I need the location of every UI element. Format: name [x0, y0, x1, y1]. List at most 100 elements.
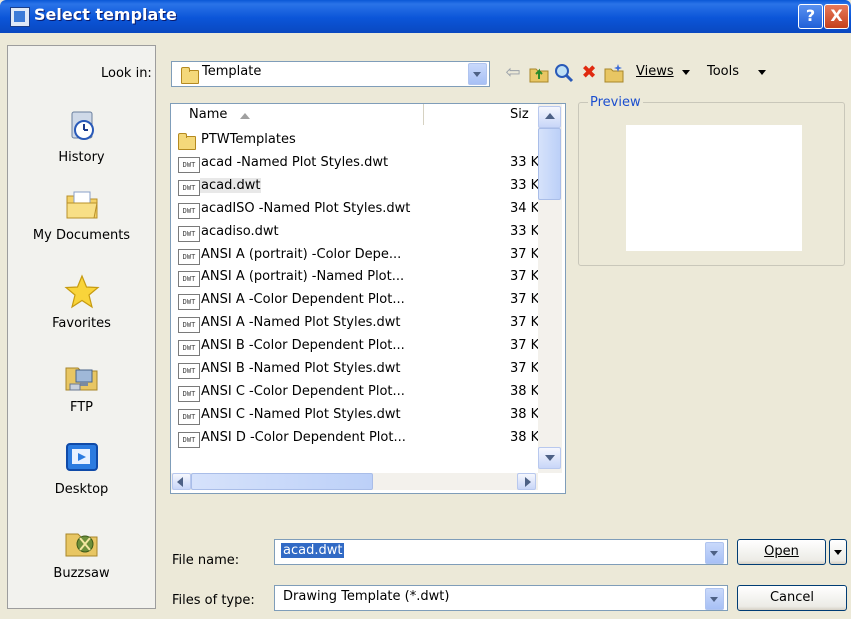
dwt-file-icon: DWT: [178, 156, 200, 173]
delete-icon[interactable]: ✖: [578, 62, 600, 84]
place-history[interactable]: History: [8, 108, 155, 165]
place-desktop-label: Desktop: [54, 482, 109, 497]
file-name-cell: acad.dwt: [200, 177, 262, 193]
place-buzzsaw-label: Buzzsaw: [53, 566, 110, 581]
file-row[interactable]: DWT ANSI D -Color Dependent Plot... 38 K: [176, 429, 539, 451]
file-row[interactable]: DWT ANSI A (portrait) -Named Plot... 37 K: [176, 268, 540, 290]
dwt-file-icon: DWT: [178, 431, 200, 448]
back-arrow-icon[interactable]: ⇦: [502, 62, 524, 84]
dwt-file-icon: DWT: [178, 225, 200, 242]
file-name-cell: ANSI D -Color Dependent Plot...: [201, 429, 406, 445]
file-name-cell: ANSI C -Color Dependent Plot...: [201, 383, 405, 399]
files-of-type-select[interactable]: Drawing Template (*.dwt): [274, 585, 728, 611]
dwt-file-icon: DWT: [178, 408, 200, 425]
open-options-arrow-icon: [834, 550, 842, 555]
file-size-cell: 38 K: [510, 406, 540, 422]
file-row[interactable]: DWT ANSI C -Color Dependent Plot... 38 K: [176, 383, 539, 405]
place-ftp[interactable]: FTP: [8, 358, 155, 415]
open-options-button[interactable]: [829, 539, 847, 565]
file-row[interactable]: DWT ANSI B -Named Plot Styles.dwt 37 K: [176, 360, 540, 382]
vertical-scroll-thumb[interactable]: [538, 128, 561, 200]
file-name-cell: PTWTemplates: [201, 132, 296, 147]
cancel-button-label: Cancel: [769, 590, 815, 605]
favorites-star-icon: [63, 274, 100, 310]
views-dropdown-arrow-icon[interactable]: [682, 70, 690, 75]
file-name-value: acad.dwt: [281, 543, 345, 558]
file-size-cell: 37 K: [510, 292, 540, 308]
file-name-cell: ANSI B -Color Dependent Plot...: [201, 338, 405, 354]
sort-ascending-icon: [240, 113, 250, 119]
tools-menu[interactable]: Tools: [707, 64, 739, 79]
place-favorites-label: Favorites: [52, 316, 111, 331]
preview-image: [626, 125, 802, 251]
file-name-cell: ANSI A (portrait) -Color Depe...: [201, 246, 402, 262]
cancel-button[interactable]: Cancel: [737, 585, 847, 611]
file-size-cell: 37 K: [510, 315, 540, 331]
create-new-folder-icon[interactable]: [603, 62, 625, 84]
file-row[interactable]: DWT ANSI A -Named Plot Styles.dwt 37 K: [176, 314, 540, 336]
file-size-cell: 37 K: [510, 361, 540, 376]
dwt-file-icon: DWT: [178, 385, 200, 402]
help-button[interactable]: ?: [798, 4, 823, 29]
file-row[interactable]: DWT ANSI B -Color Dependent Plot... 37 K: [176, 337, 540, 359]
file-size-cell: 37 K: [510, 338, 540, 354]
horizontal-scroll-thumb[interactable]: [191, 473, 373, 490]
horizontal-scrollbar[interactable]: [171, 473, 538, 490]
file-name-cell: ANSI B -Named Plot Styles.dwt: [201, 361, 401, 376]
file-size-cell: 33 K: [510, 223, 540, 239]
file-size-cell: 34 K: [510, 200, 540, 216]
my-documents-icon: [64, 186, 100, 222]
open-button-label: Open: [764, 544, 799, 559]
file-name-cell: acad -Named Plot Styles.dwt: [201, 154, 389, 170]
app-window-icon[interactable]: [10, 7, 30, 27]
column-size-label: Siz: [510, 107, 529, 122]
file-row[interactable]: DWT ANSI C -Named Plot Styles.dwt 38 K: [176, 406, 540, 428]
open-button[interactable]: Open: [737, 539, 826, 565]
close-button[interactable]: X: [824, 4, 849, 29]
place-my-documents[interactable]: My Documents: [8, 186, 155, 243]
look-in-value: Template: [202, 64, 262, 79]
file-size-cell: 37 K: [510, 269, 540, 285]
scroll-up-button[interactable]: [538, 106, 561, 128]
place-buzzsaw[interactable]: Buzzsaw: [8, 524, 155, 581]
file-name-cell: acadiso.dwt: [201, 223, 279, 239]
column-header-name[interactable]: Name: [171, 104, 424, 125]
file-size-cell: 33 K: [510, 177, 540, 193]
file-row[interactable]: DWT acad.dwt 33 K: [176, 177, 540, 199]
search-web-icon[interactable]: [553, 62, 575, 84]
desktop-icon: [64, 440, 100, 476]
file-row[interactable]: DWT acadiso.dwt 33 K: [176, 223, 540, 245]
place-ftp-label: FTP: [69, 400, 94, 415]
scroll-down-button[interactable]: [538, 447, 561, 469]
column-header-size[interactable]: Siz: [424, 104, 538, 125]
up-one-level-icon[interactable]: [528, 62, 550, 84]
scroll-left-button[interactable]: [172, 473, 191, 490]
folder-row[interactable]: PTWTemplates: [176, 131, 538, 153]
dwt-file-icon: DWT: [178, 340, 200, 357]
scroll-right-button[interactable]: [517, 473, 536, 490]
file-name-dropdown-button[interactable]: [705, 542, 724, 564]
views-menu[interactable]: Views: [636, 64, 674, 79]
file-row[interactable]: DWT acadISO -Named Plot Styles.dwt 34 K: [176, 200, 540, 222]
dwt-file-icon: DWT: [178, 294, 200, 311]
file-name-cell: ANSI A -Color Dependent Plot...: [201, 292, 405, 308]
place-favorites[interactable]: Favorites: [8, 274, 155, 331]
tools-dropdown-arrow-icon[interactable]: [758, 70, 766, 75]
dwt-file-icon: DWT: [178, 271, 200, 288]
vertical-scrollbar[interactable]: [538, 104, 562, 473]
dwt-file-icon: DWT: [178, 202, 200, 219]
dwt-file-icon: DWT: [178, 363, 200, 379]
file-row[interactable]: DWT ANSI A -Color Dependent Plot... 37 K: [176, 291, 540, 313]
files-of-type-dropdown-button[interactable]: [705, 588, 724, 610]
file-name-cell: ANSI A -Named Plot Styles.dwt: [201, 315, 401, 331]
dwt-file-icon: DWT: [178, 179, 200, 196]
place-my-documents-label: My Documents: [32, 228, 131, 243]
file-row[interactable]: DWT ANSI A (portrait) -Color Depe... 37 K: [176, 246, 539, 268]
file-name-input[interactable]: acad.dwt: [274, 539, 728, 565]
history-icon: [64, 108, 100, 144]
look-in-dropdown-button[interactable]: [468, 63, 487, 85]
file-size-cell: 33 K: [510, 154, 540, 170]
place-desktop[interactable]: Desktop: [8, 440, 155, 497]
file-row[interactable]: DWT acad -Named Plot Styles.dwt 33 K: [176, 154, 540, 176]
column-name-label: Name: [189, 107, 228, 122]
